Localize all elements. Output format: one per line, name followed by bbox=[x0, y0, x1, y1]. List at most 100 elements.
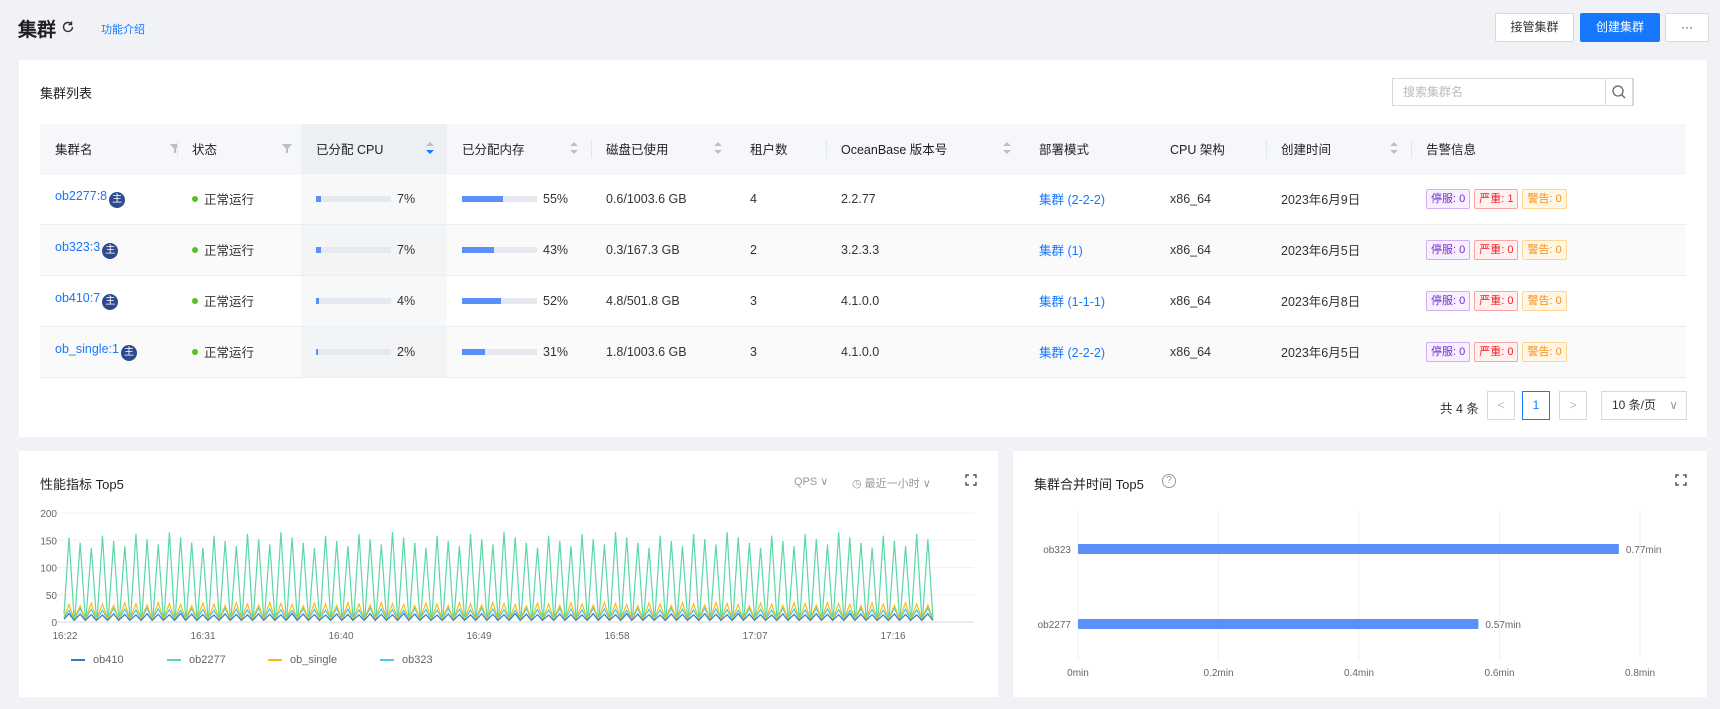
col-version[interactable]: OceanBase 版本号 bbox=[826, 124, 1024, 174]
alert-warning-tag[interactable]: 警告: 0 bbox=[1522, 290, 1567, 311]
legend-label: ob410 bbox=[93, 654, 124, 666]
category-label: ob2277 bbox=[1038, 620, 1072, 631]
alert-critical-tag[interactable]: 严重: 0 bbox=[1474, 239, 1519, 260]
alert-warning-tag[interactable]: 警告: 0 bbox=[1522, 188, 1567, 209]
time-range-select[interactable]: ◷ 最近一小时 ∨ bbox=[852, 475, 931, 491]
alert-warning-tag[interactable]: 警告: 0 bbox=[1522, 239, 1567, 260]
legend-item-ob_single[interactable]: ob_single bbox=[268, 654, 337, 666]
x-tick-label: 17:07 bbox=[742, 631, 767, 642]
cell-status: 正常运行 bbox=[177, 275, 301, 327]
metric-select[interactable]: QPS ∨ bbox=[794, 475, 828, 488]
pager-next[interactable]: > bbox=[1559, 391, 1587, 420]
chevron-down-icon: ∨ bbox=[922, 478, 931, 490]
cell-status: 正常运行 bbox=[177, 173, 301, 225]
table-header: 集群名 状态 已分配 CPU 已分配内存 磁盘已使用 租户数 OceanBase… bbox=[40, 124, 1686, 174]
help-icon[interactable]: ? bbox=[1162, 474, 1176, 488]
alert-critical-tag[interactable]: 严重: 1 bbox=[1474, 188, 1519, 209]
col-mode: 部署模式 bbox=[1024, 124, 1155, 174]
cell-disk: 0.6/1003.6 GB bbox=[591, 173, 735, 225]
feature-intro-link[interactable]: 功能介绍 bbox=[101, 21, 145, 37]
x-tick-label: 16:31 bbox=[190, 631, 215, 642]
sort-icon[interactable] bbox=[570, 142, 578, 154]
fullscreen-icon[interactable] bbox=[965, 474, 977, 489]
alert-stop-tag[interactable]: 停服: 0 bbox=[1426, 188, 1471, 209]
cell-alerts: 停服: 0 严重: 0 警告: 0 bbox=[1411, 326, 1686, 378]
page-size-select[interactable]: 10 条/页 ∨ bbox=[1601, 391, 1687, 420]
search-icon bbox=[1612, 85, 1626, 99]
cluster-name-link[interactable]: ob_single:1 bbox=[55, 342, 119, 356]
cell-tenants: 3 bbox=[735, 275, 826, 327]
table-row: ob323:3 主 正常运行 7% 43% 0.3/167.3 GB 2 3.2.3.3 集群 … bbox=[40, 224, 1686, 276]
col-cpu[interactable]: 已分配 CPU bbox=[301, 124, 447, 174]
deploy-mode-link[interactable]: 集群 (1-1-1) bbox=[1039, 295, 1105, 309]
cell-cpu: 2% bbox=[301, 326, 447, 378]
col-created[interactable]: 创建时间 bbox=[1266, 124, 1411, 174]
col-memory[interactable]: 已分配内存 bbox=[447, 124, 591, 174]
cluster-name-link[interactable]: ob410:7 bbox=[55, 291, 100, 305]
alert-stop-tag[interactable]: 停服: 0 bbox=[1426, 239, 1471, 260]
cell-disk: 0.3/167.3 GB bbox=[591, 224, 735, 276]
legend-item-ob410[interactable]: ob410 bbox=[71, 654, 124, 666]
refresh-icon[interactable] bbox=[61, 20, 77, 36]
sort-icon[interactable] bbox=[714, 142, 722, 154]
category-label: ob323 bbox=[1043, 545, 1071, 556]
chevron-down-icon: ∨ bbox=[820, 476, 829, 488]
bar-ob323 bbox=[1078, 544, 1619, 554]
col-status[interactable]: 状态 bbox=[177, 124, 301, 174]
cell-arch: x86_64 bbox=[1155, 275, 1266, 327]
fullscreen-icon[interactable] bbox=[1675, 474, 1687, 489]
search-input[interactable] bbox=[1393, 79, 1603, 105]
deploy-mode-link[interactable]: 集群 (2-2-2) bbox=[1039, 193, 1105, 207]
cell-alerts: 停服: 0 严重: 0 警告: 0 bbox=[1411, 224, 1686, 276]
cell-cpu: 4% bbox=[301, 275, 447, 327]
sort-icon[interactable] bbox=[1390, 142, 1398, 154]
cell-created: 2023年6月5日 bbox=[1266, 326, 1411, 378]
more-button[interactable]: ··· bbox=[1665, 13, 1709, 42]
col-disk[interactable]: 磁盘已使用 bbox=[591, 124, 735, 174]
x-tick-label: 0.8min bbox=[1625, 668, 1655, 679]
cpu-percent: 4% bbox=[397, 293, 416, 308]
pager-page-1[interactable]: 1 bbox=[1522, 391, 1550, 420]
status-text: 正常运行 bbox=[204, 295, 255, 309]
cell-version: 4.1.0.0 bbox=[826, 326, 1024, 378]
value-label: 0.77min bbox=[1626, 545, 1662, 556]
alert-critical-tag[interactable]: 严重: 0 bbox=[1474, 290, 1519, 311]
filter-icon[interactable] bbox=[282, 144, 292, 153]
cluster-name-link[interactable]: ob323:3 bbox=[55, 240, 100, 254]
cell-mode: 集群 (1-1-1) bbox=[1024, 275, 1155, 327]
cell-cpu: 7% bbox=[301, 224, 447, 276]
alert-critical-tag[interactable]: 严重: 0 bbox=[1474, 341, 1519, 362]
alert-warning-tag[interactable]: 警告: 0 bbox=[1522, 341, 1567, 362]
cell-memory: 55% bbox=[447, 173, 591, 225]
cluster-name-link[interactable]: ob2277:8 bbox=[55, 189, 107, 203]
pager-prev[interactable]: < bbox=[1487, 391, 1515, 420]
main-badge: 主 bbox=[102, 294, 119, 310]
deploy-mode-link[interactable]: 集群 (2-2-2) bbox=[1039, 346, 1105, 360]
search-button[interactable] bbox=[1605, 78, 1633, 106]
bar-ob2277 bbox=[1078, 619, 1479, 629]
status-text: 正常运行 bbox=[204, 193, 255, 207]
legend-item-ob2277[interactable]: ob2277 bbox=[167, 654, 226, 666]
col-arch: CPU 架构 bbox=[1155, 124, 1266, 174]
sort-icon[interactable] bbox=[426, 142, 434, 154]
x-tick-label: 0.2min bbox=[1203, 668, 1233, 679]
status-text: 正常运行 bbox=[204, 244, 255, 258]
cell-arch: x86_64 bbox=[1155, 173, 1266, 225]
alert-stop-tag[interactable]: 停服: 0 bbox=[1426, 341, 1471, 362]
cell-version: 2.2.77 bbox=[826, 173, 1024, 225]
series-line-ob2277 bbox=[63, 532, 934, 618]
create-cluster-button[interactable]: 创建集群 bbox=[1580, 13, 1660, 42]
alert-stop-tag[interactable]: 停服: 0 bbox=[1426, 290, 1471, 311]
col-name[interactable]: 集群名 bbox=[40, 124, 180, 174]
cell-version: 4.1.0.0 bbox=[826, 275, 1024, 327]
legend-item-ob323[interactable]: ob323 bbox=[380, 654, 433, 666]
page-header: 集群 功能介绍 接管集群 创建集群 ··· bbox=[0, 0, 1720, 56]
sort-icon[interactable] bbox=[1003, 142, 1011, 154]
cluster-list-title: 集群列表 bbox=[40, 86, 93, 101]
table-row: ob_single:1 主 正常运行 2% 31% 1.8/1003.6 GB 3 4.1.0… bbox=[40, 326, 1686, 378]
mem-progress-bar bbox=[462, 196, 537, 203]
deploy-mode-link[interactable]: 集群 (1) bbox=[1039, 244, 1083, 258]
cpu-progress-bar bbox=[316, 349, 391, 356]
cell-created: 2023年6月8日 bbox=[1266, 275, 1411, 327]
takeover-cluster-button[interactable]: 接管集群 bbox=[1495, 13, 1574, 42]
